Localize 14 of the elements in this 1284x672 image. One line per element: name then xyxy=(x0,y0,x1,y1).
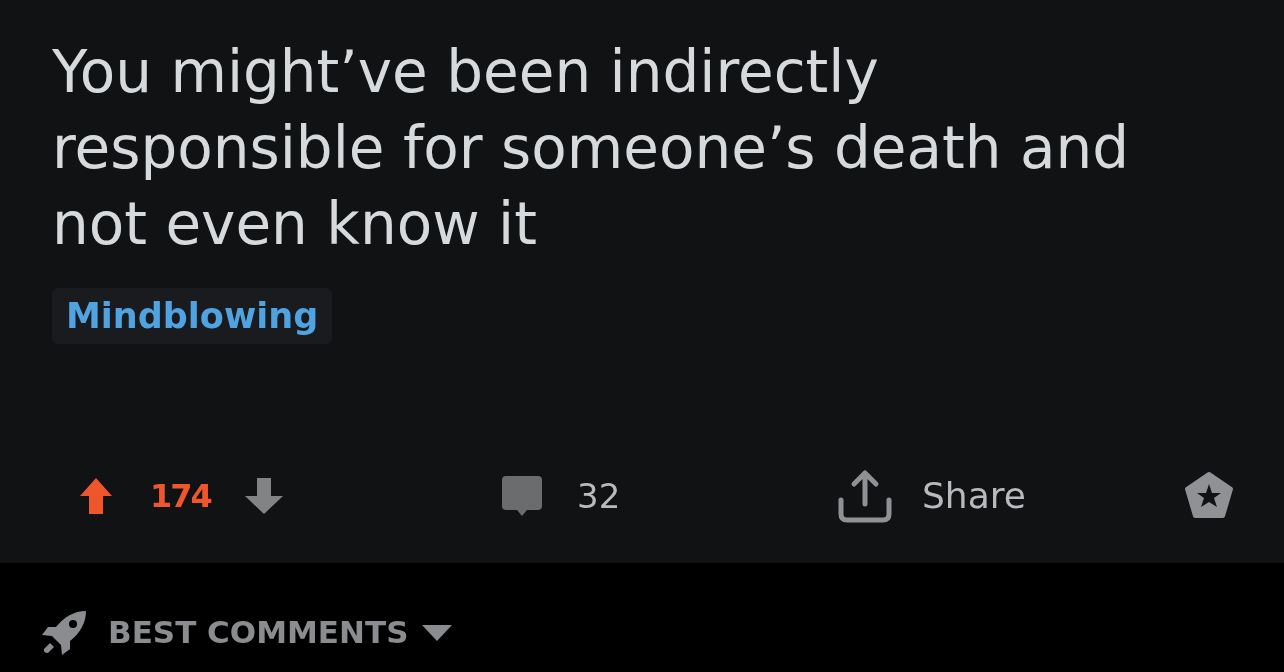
comments-button[interactable]: 32 xyxy=(500,470,836,522)
pentagon-star-icon xyxy=(1184,472,1234,520)
rocket-icon xyxy=(40,608,88,657)
vote-score: 174 xyxy=(150,476,211,517)
sort-dropdown[interactable]: BEST COMMENTS xyxy=(40,608,453,657)
upvote-button[interactable] xyxy=(78,476,114,516)
post-title: You might’ve been indirectly responsible for someone’s death and not even know it xyxy=(52,37,1131,260)
share-icon xyxy=(836,468,894,524)
flair-tag: Mindblowing xyxy=(52,288,333,344)
up-arrow-icon xyxy=(78,476,114,516)
caret-down-icon xyxy=(422,624,453,641)
share-button[interactable]: Share xyxy=(836,468,1184,524)
speech-bubble-icon xyxy=(500,474,544,518)
award-button[interactable] xyxy=(1184,471,1234,521)
